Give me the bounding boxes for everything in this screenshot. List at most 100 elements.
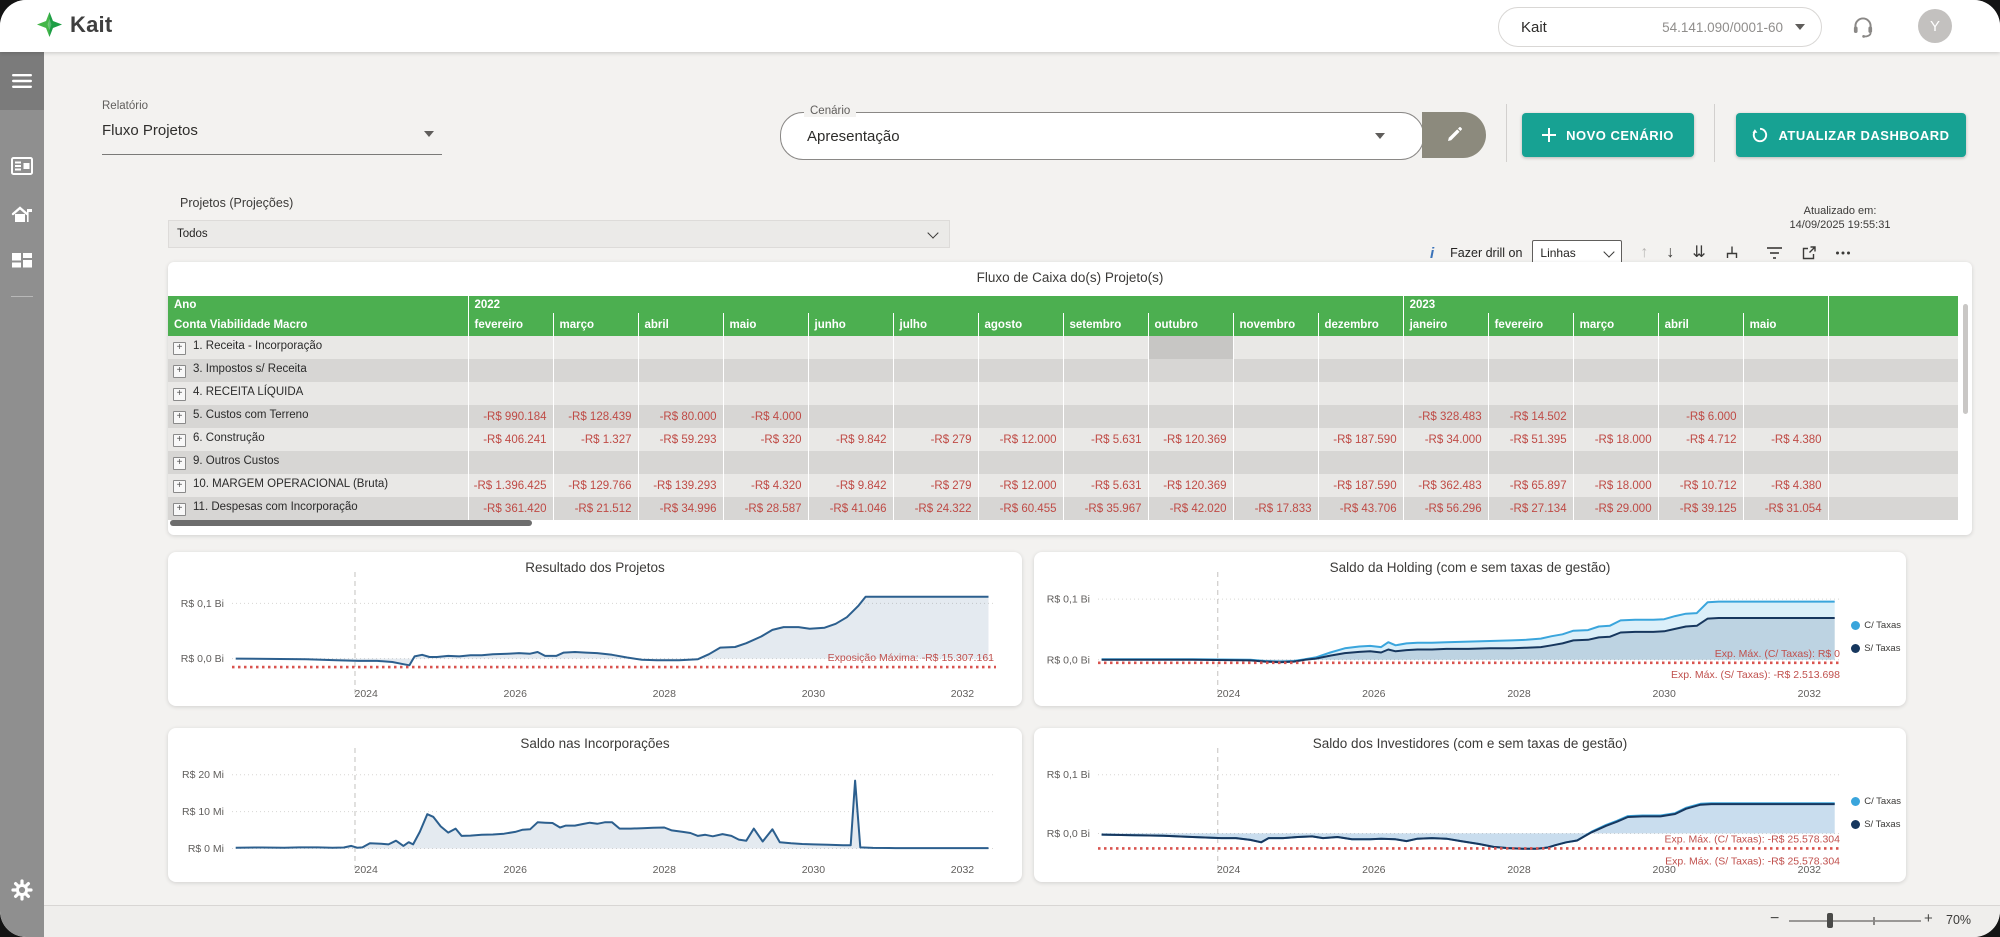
line-chart[interactable]: R$ 20 Mi R$ 10 Mi R$ 0 Mi 2024 2026 2028 2030 2… <box>168 728 1022 882</box>
table-cell[interactable]: -R$ 14.502 <box>1487 405 1574 428</box>
table-cell[interactable]: -R$ 120.369 <box>1147 474 1233 497</box>
table-cell[interactable]: -R$ 31.054 <box>1742 497 1829 520</box>
more-options-button[interactable] <box>1835 250 1851 256</box>
table-cell[interactable]: -R$ 56.296 <box>1402 497 1489 520</box>
table-cell[interactable] <box>892 359 978 382</box>
filter-button[interactable] <box>1766 246 1783 260</box>
table-cell[interactable]: -R$ 34.000 <box>1402 428 1489 451</box>
table-cell[interactable]: -R$ 12.000 <box>977 474 1063 497</box>
table-cell[interactable]: -R$ 406.241 <box>467 428 553 451</box>
table-cell[interactable]: -R$ 12.000 <box>977 428 1063 451</box>
table-cell[interactable] <box>1402 336 1489 359</box>
table-cell[interactable]: -R$ 34.996 <box>637 497 723 520</box>
new-scenario-button[interactable]: NOVO CENÁRIO <box>1522 113 1694 157</box>
table-cell[interactable] <box>1147 336 1233 359</box>
table-cell[interactable]: -R$ 990.184 <box>467 405 553 428</box>
table-cell[interactable]: -R$ 41.046 <box>807 497 893 520</box>
table-cell[interactable] <box>1657 359 1744 382</box>
table-cell[interactable] <box>892 336 978 359</box>
table-cell[interactable] <box>637 336 723 359</box>
table-cell[interactable] <box>1062 451 1148 474</box>
user-avatar[interactable]: Y <box>1918 9 1952 43</box>
table-cell[interactable] <box>1572 359 1659 382</box>
header-month[interactable]: abril <box>637 313 723 336</box>
table-cell[interactable] <box>807 382 893 405</box>
expand-row-icon[interactable]: + <box>173 480 186 493</box>
table-cell[interactable] <box>467 359 553 382</box>
focus-mode-button[interactable] <box>1801 245 1817 261</box>
support-button[interactable] <box>1850 13 1876 44</box>
zoom-slider-track[interactable] <box>1789 920 1921 922</box>
line-chart[interactable]: R$ 0,1 BiR$ 0,0 Bi2024 2026 2028 2030 2032Ex… <box>1034 728 1906 882</box>
table-cell[interactable] <box>1062 359 1148 382</box>
table-cell[interactable]: -R$ 4.000 <box>722 405 808 428</box>
zoom-out-button[interactable]: − <box>1770 910 1779 928</box>
table-cell[interactable] <box>1487 382 1574 405</box>
scenario-select[interactable]: Apresentação <box>780 112 1424 160</box>
table-vertical-scrollbar[interactable] <box>1963 304 1968 414</box>
row-label-cell[interactable]: +3. Impostos s/ Receita <box>168 359 468 382</box>
expand-row-icon[interactable]: + <box>173 411 186 424</box>
row-label-cell[interactable]: +6. Construção <box>168 428 468 451</box>
table-cell[interactable]: -R$ 279 <box>892 474 978 497</box>
table-cell[interactable]: -R$ 65.897 <box>1487 474 1574 497</box>
table-cell[interactable]: -R$ 328.483 <box>1402 405 1489 428</box>
report-select[interactable]: Fluxo Projetos <box>102 122 198 139</box>
table-cell[interactable] <box>552 451 638 474</box>
table-cell[interactable] <box>977 451 1063 474</box>
info-icon[interactable]: i <box>1430 245 1434 262</box>
legend-item[interactable]: C/ Taxas <box>1851 796 1901 807</box>
table-cell[interactable] <box>1317 382 1404 405</box>
table-cell[interactable]: -R$ 39.125 <box>1657 497 1744 520</box>
table-cell[interactable]: -R$ 10.712 <box>1657 474 1744 497</box>
table-cell[interactable] <box>1147 451 1233 474</box>
table-cell[interactable] <box>1572 382 1659 405</box>
chevron-down-icon[interactable] <box>424 131 434 137</box>
legend-item[interactable]: S/ Taxas <box>1851 643 1901 654</box>
table-cell[interactable] <box>807 405 893 428</box>
table-cell[interactable]: -R$ 128.439 <box>552 405 638 428</box>
table-cell[interactable] <box>1147 405 1233 428</box>
table-cell[interactable]: -R$ 120.369 <box>1147 428 1233 451</box>
table-cell[interactable]: -R$ 9.842 <box>807 474 893 497</box>
table-cell[interactable] <box>1317 451 1404 474</box>
table-cell[interactable]: -R$ 28.587 <box>722 497 808 520</box>
table-cell[interactable]: -R$ 80.000 <box>637 405 723 428</box>
table-cell[interactable] <box>1402 382 1489 405</box>
table-cell[interactable] <box>1487 451 1574 474</box>
table-cell[interactable]: -R$ 21.512 <box>552 497 638 520</box>
table-cell[interactable]: -R$ 59.293 <box>637 428 723 451</box>
table-cell[interactable] <box>1742 451 1829 474</box>
table-cell[interactable] <box>722 336 808 359</box>
table-cell[interactable] <box>1062 382 1148 405</box>
table-cell[interactable] <box>1232 382 1318 405</box>
table-cell[interactable] <box>1742 405 1829 428</box>
table-cell[interactable] <box>1317 359 1404 382</box>
table-cell[interactable]: -R$ 43.706 <box>1317 497 1404 520</box>
menu-toggle-button[interactable] <box>0 52 44 110</box>
header-month[interactable]: outubro <box>1147 313 1233 336</box>
edit-scenario-button[interactable] <box>1422 112 1486 158</box>
table-cell[interactable]: -R$ 5.631 <box>1062 474 1148 497</box>
table-cell[interactable] <box>1402 359 1489 382</box>
sidebar-item-settings[interactable] <box>10 878 34 907</box>
expand-next-level-icon[interactable]: ⇊ <box>1692 245 1705 261</box>
table-cell[interactable]: -R$ 18.000 <box>1572 474 1659 497</box>
header-month[interactable]: fevereiro <box>1487 313 1574 336</box>
projects-filter-dropdown[interactable]: Todos <box>168 220 950 248</box>
expand-row-icon[interactable]: + <box>173 342 186 355</box>
table-cell[interactable]: -R$ 279 <box>892 428 978 451</box>
table-horizontal-scrollbar[interactable] <box>170 520 532 526</box>
table-cell[interactable] <box>1657 451 1744 474</box>
table-cell[interactable] <box>1147 359 1233 382</box>
drill-expand-button[interactable] <box>1724 245 1740 261</box>
table-cell[interactable] <box>892 451 978 474</box>
table-cell[interactable] <box>637 451 723 474</box>
header-month[interactable]: novembro <box>1232 313 1318 336</box>
header-month[interactable]: agosto <box>977 313 1063 336</box>
table-cell[interactable]: -R$ 17.833 <box>1232 497 1318 520</box>
expand-row-icon[interactable]: + <box>173 365 186 378</box>
table-cell[interactable] <box>722 359 808 382</box>
header-month[interactable]: janeiro <box>1402 313 1489 336</box>
table-cell[interactable] <box>467 382 553 405</box>
